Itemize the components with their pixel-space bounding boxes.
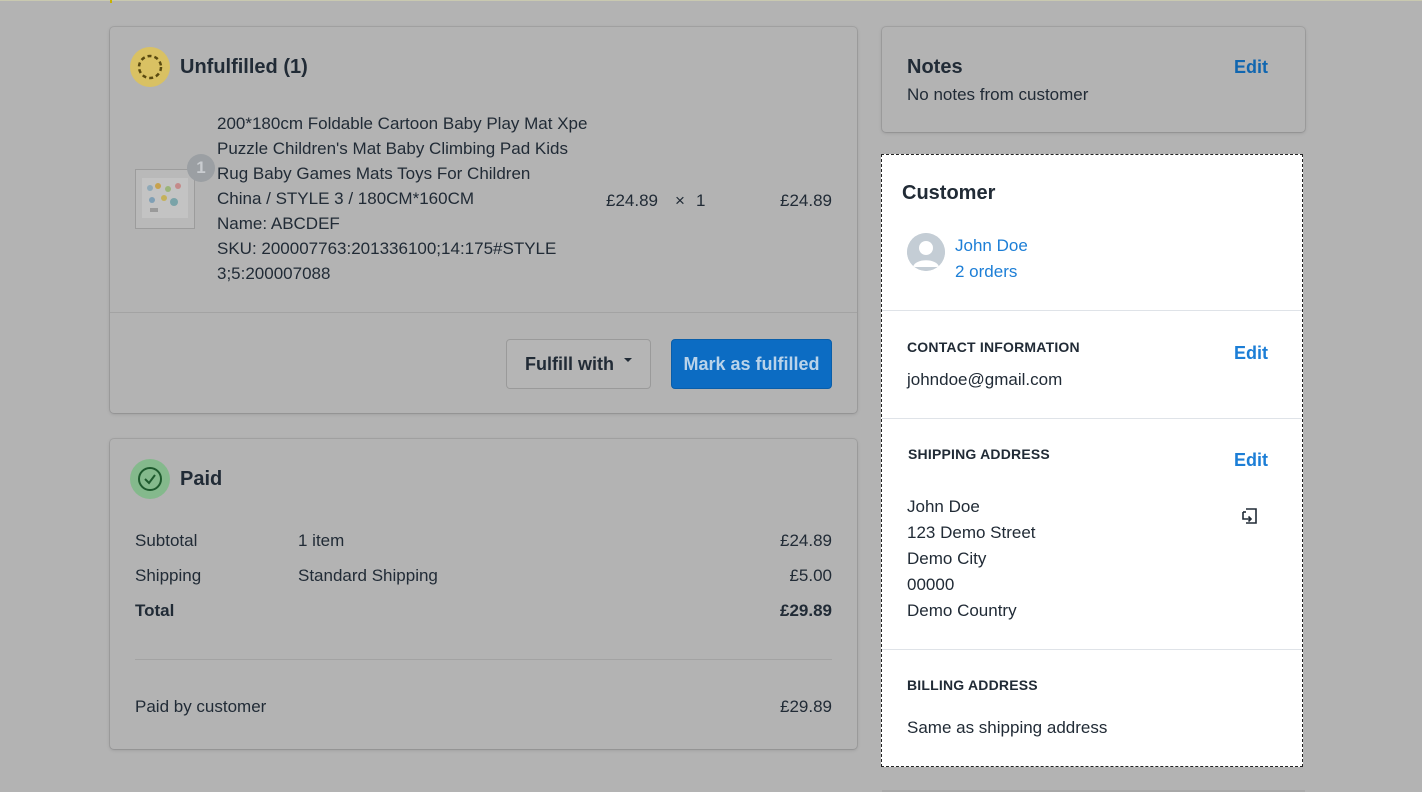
- contact-email[interactable]: johndoe@gmail.com: [907, 370, 1062, 390]
- times-symbol: ×: [675, 191, 685, 210]
- shipping-line: 123 Demo Street: [907, 523, 1036, 542]
- shipping-desc: Standard Shipping: [298, 566, 438, 585]
- paid-by-amount: £29.89: [780, 697, 832, 716]
- notes-edit-link[interactable]: Edit: [1234, 57, 1268, 78]
- product-name-link[interactable]: 200*180cm Foldable Cartoon Baby Play Mat…: [217, 114, 587, 134]
- product-sku: SKU: 200007763:201336100;14:175#STYLE: [217, 239, 557, 258]
- paid-title: Paid: [180, 468, 223, 490]
- notes-text: No notes from customer: [907, 85, 1089, 104]
- shipping-line: Demo City: [907, 549, 987, 568]
- notes-title: Notes: [907, 56, 963, 78]
- unit-price: £24.89: [606, 191, 658, 210]
- card-divider: [110, 312, 857, 313]
- copy-icon[interactable]: [1239, 505, 1261, 527]
- unfulfilled-status-icon: [130, 47, 170, 87]
- checkmark-circle-icon: [130, 459, 170, 499]
- shipping-line: 00000: [907, 575, 955, 594]
- customer-card: Customer John Doe 2 orders CONTACT INFOR…: [881, 154, 1303, 767]
- product-custom-name: Name: ABCDEF: [217, 214, 340, 233]
- subtotal-amount: £24.89: [780, 531, 832, 550]
- fulfill-with-button[interactable]: Fulfill with: [506, 339, 651, 389]
- top-border: [0, 0, 1422, 1]
- product-thumbnail[interactable]: [135, 169, 195, 229]
- unfulfilled-card: Unfulfilled (1) 1 200*180cm Foldable Car…: [110, 27, 857, 413]
- contact-info-heading: CONTACT INFORMATION: [907, 339, 1080, 355]
- notes-card: Notes Edit No notes from customer: [882, 27, 1305, 132]
- quantity: 1: [696, 191, 706, 210]
- product-sku: 3;5:200007088: [217, 264, 331, 283]
- product-variant: China / STYLE 3 / 180CM*160CM: [217, 189, 475, 208]
- customer-name-link[interactable]: John Doe: [955, 236, 1028, 256]
- shipping-edit-link[interactable]: Edit: [1234, 450, 1268, 471]
- total-amount: £29.89: [780, 601, 832, 620]
- section-divider: [882, 310, 1302, 311]
- caret-down-icon: [623, 358, 632, 362]
- fulfill-with-label: Fulfill with: [525, 353, 614, 374]
- unfulfilled-title: Unfulfilled (1): [180, 56, 308, 78]
- shipping-line: Demo Country: [907, 601, 1017, 620]
- subtotal-desc: 1 item: [298, 531, 345, 550]
- billing-address-heading: BILLING ADDRESS: [907, 677, 1038, 693]
- contact-edit-link[interactable]: Edit: [1234, 343, 1268, 364]
- shipping-line: John Doe: [907, 497, 980, 516]
- section-divider: [882, 418, 1302, 419]
- paid-by-label: Paid by customer: [135, 697, 267, 716]
- total-label: Total: [135, 601, 175, 620]
- line-total: £24.89: [780, 191, 832, 210]
- top-marker: [110, 0, 112, 3]
- mark-as-fulfilled-button[interactable]: Mark as fulfilled: [671, 339, 832, 389]
- paid-divider: [135, 659, 832, 660]
- paid-card: Paid Subtotal 1 item £24.89 Shipping Sta…: [110, 439, 857, 749]
- avatar-icon: [907, 233, 945, 271]
- customer-orders-link[interactable]: 2 orders: [955, 262, 1017, 282]
- product-name-link[interactable]: Rug Baby Games Mats Toys For Children: [217, 164, 530, 184]
- subtotal-label: Subtotal: [135, 531, 198, 550]
- shipping-address-heading: SHIPPING ADDRESS: [908, 446, 1050, 462]
- shipping-amount: £5.00: [789, 566, 832, 585]
- customer-title: Customer: [902, 182, 996, 204]
- billing-address-text: Same as shipping address: [907, 718, 1108, 737]
- quantity-badge: 1: [187, 154, 215, 182]
- product-name-link[interactable]: Puzzle Children's Mat Baby Climbing Pad …: [217, 139, 568, 159]
- section-divider: [882, 649, 1302, 650]
- shipping-label: Shipping: [135, 566, 202, 585]
